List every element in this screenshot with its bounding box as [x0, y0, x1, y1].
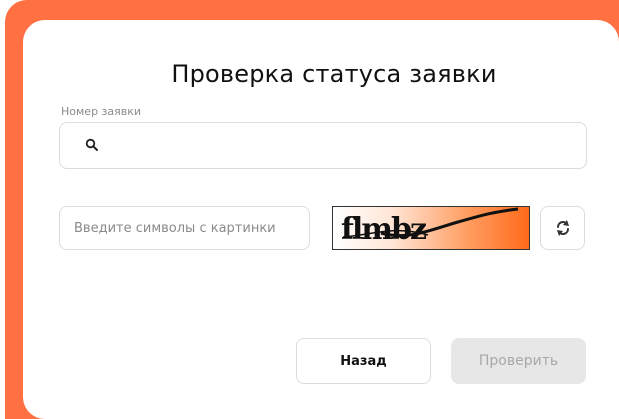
refresh-icon	[556, 220, 569, 236]
check-button[interactable]: Проверить	[451, 338, 586, 384]
captcha-placeholder: Введите символы с картинки	[74, 220, 276, 236]
status-check-card: Проверка статуса заявки Номер заявки Вве…	[23, 20, 619, 419]
search-icon	[85, 138, 98, 151]
back-button[interactable]: Назад	[296, 338, 431, 384]
captcha-drawing: flmbz	[341, 207, 519, 247]
captcha-image: flmbz	[332, 206, 530, 250]
page-title: Проверка статуса заявки	[171, 60, 497, 88]
page: Проверка статуса заявки Номер заявки Вве…	[0, 0, 619, 419]
application-number-input[interactable]	[59, 122, 587, 169]
application-number-label: Номер заявки	[61, 105, 142, 118]
refresh-captcha-button[interactable]	[540, 206, 585, 250]
captcha-input[interactable]: Введите символы с картинки	[59, 206, 310, 250]
captcha-text: flmbz	[341, 212, 427, 247]
